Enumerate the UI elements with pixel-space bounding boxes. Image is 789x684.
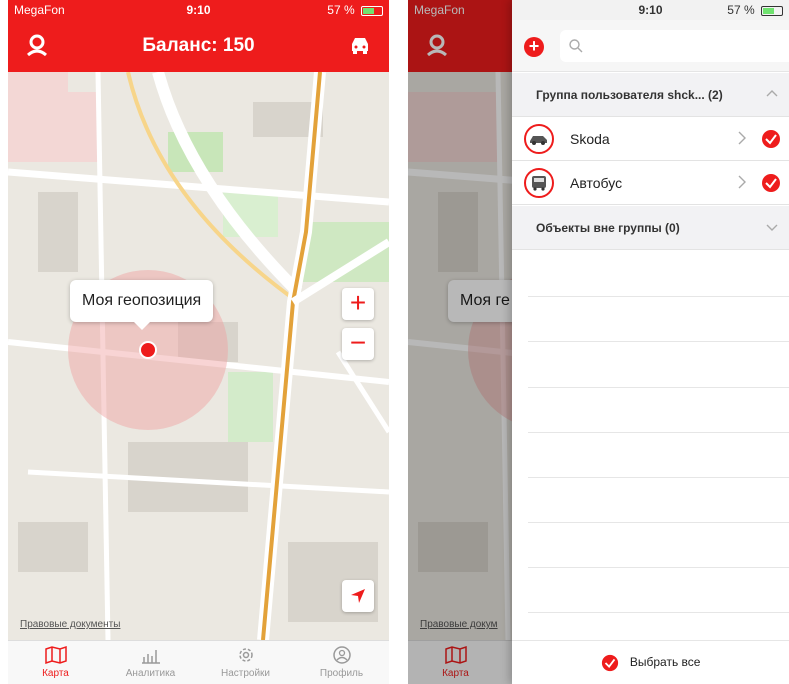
battery-percent: 57 % <box>327 3 355 17</box>
map-screen: MegaFon 9:10 57 % Баланс: 150 Моя геопоз… <box>8 0 389 684</box>
map-tiles <box>8 72 389 640</box>
avatar <box>524 168 554 198</box>
tab-profile-label: Профиль <box>319 668 364 679</box>
chevron-up-icon[interactable] <box>765 87 779 101</box>
geoposition-bubble[interactable]: Моя геопозиция <box>70 280 214 330</box>
car-icon <box>530 136 547 145</box>
tab-bar: Карта Аналитика Настройки Профиль <box>8 640 389 684</box>
search-input[interactable] <box>590 36 781 56</box>
search-row: + <box>512 20 789 72</box>
tab-profile[interactable]: Профиль <box>294 645 389 679</box>
divider <box>528 522 789 523</box>
object-name: Skoda <box>570 131 610 147</box>
select-all-bar: Выбрать все <box>512 640 789 684</box>
checkmark-icon[interactable] <box>761 129 781 149</box>
add-object-button[interactable]: + <box>524 37 544 57</box>
battery-icon <box>361 5 383 16</box>
objects-drawer: 9:10 57 % + Группа пользователя shck... … <box>512 0 789 684</box>
divider <box>528 477 789 478</box>
locate-me-button[interactable] <box>342 580 374 612</box>
app-header: Баланс: 150 <box>8 20 389 72</box>
navigation-arrow-icon <box>351 589 365 603</box>
divider <box>528 432 789 433</box>
divider <box>528 387 789 388</box>
object-name: Автобус <box>570 175 623 191</box>
divider <box>528 341 789 342</box>
chevron-right-icon[interactable] <box>735 130 749 146</box>
search-icon <box>569 39 583 53</box>
tab-settings[interactable]: Настройки <box>198 645 293 679</box>
zoom-out-button[interactable]: − <box>342 328 374 360</box>
group-title: Объекты вне группы (0) <box>536 221 680 235</box>
chevron-right-icon[interactable] <box>735 174 749 190</box>
checkmark-icon <box>601 654 618 672</box>
tab-map[interactable]: Карта <box>8 645 103 679</box>
tab-map-label: Карта <box>42 668 69 679</box>
car-icon[interactable] <box>347 32 373 58</box>
group-header-ungrouped[interactable]: Объекты вне группы (0) <box>512 206 789 250</box>
checkmark-icon[interactable] <box>761 173 781 193</box>
group-header-user[interactable]: Группа пользователя shck... (2) <box>512 73 789 117</box>
chevron-down-icon[interactable] <box>765 220 779 234</box>
divider <box>528 567 789 568</box>
list-item[interactable]: Skoda <box>512 117 789 161</box>
gear-icon <box>238 648 253 662</box>
legal-documents-link[interactable]: Правовые документы <box>20 619 120 630</box>
bus-icon <box>532 176 546 191</box>
drawer-status-bar: 9:10 57 % <box>512 0 789 20</box>
select-all-label: Выбрать все <box>629 655 701 670</box>
select-all-button[interactable]: Выбрать все <box>512 654 789 672</box>
battery-percent: 57 % <box>727 3 755 17</box>
balance-title: Баланс: 150 <box>142 35 255 56</box>
map-view[interactable]: Моя геопозиция + − Правовые документы <box>8 72 389 640</box>
search-box[interactable] <box>560 30 789 62</box>
analytics-icon <box>141 650 160 664</box>
status-right: 57 % <box>727 3 783 17</box>
divider <box>528 612 789 613</box>
objects-drawer-screen: MegaFon Моя ге Правовые докум Карта 9:10… <box>408 0 789 684</box>
divider <box>528 296 789 297</box>
status-right: 57 % <box>327 3 383 17</box>
list-item[interactable]: Автобус <box>512 161 789 205</box>
tab-analytics[interactable]: Аналитика <box>103 645 198 679</box>
group-title: Группа пользователя shck... (2) <box>536 88 723 102</box>
battery-icon <box>761 5 783 16</box>
map-icon <box>44 645 67 665</box>
tab-settings-label: Настройки <box>220 668 271 679</box>
status-bar: MegaFon 9:10 57 % <box>8 0 389 20</box>
profile-icon <box>332 646 351 664</box>
tab-analytics-label: Аналитика <box>125 668 176 679</box>
avatar <box>524 124 554 154</box>
zoom-in-button[interactable]: + <box>342 288 374 320</box>
